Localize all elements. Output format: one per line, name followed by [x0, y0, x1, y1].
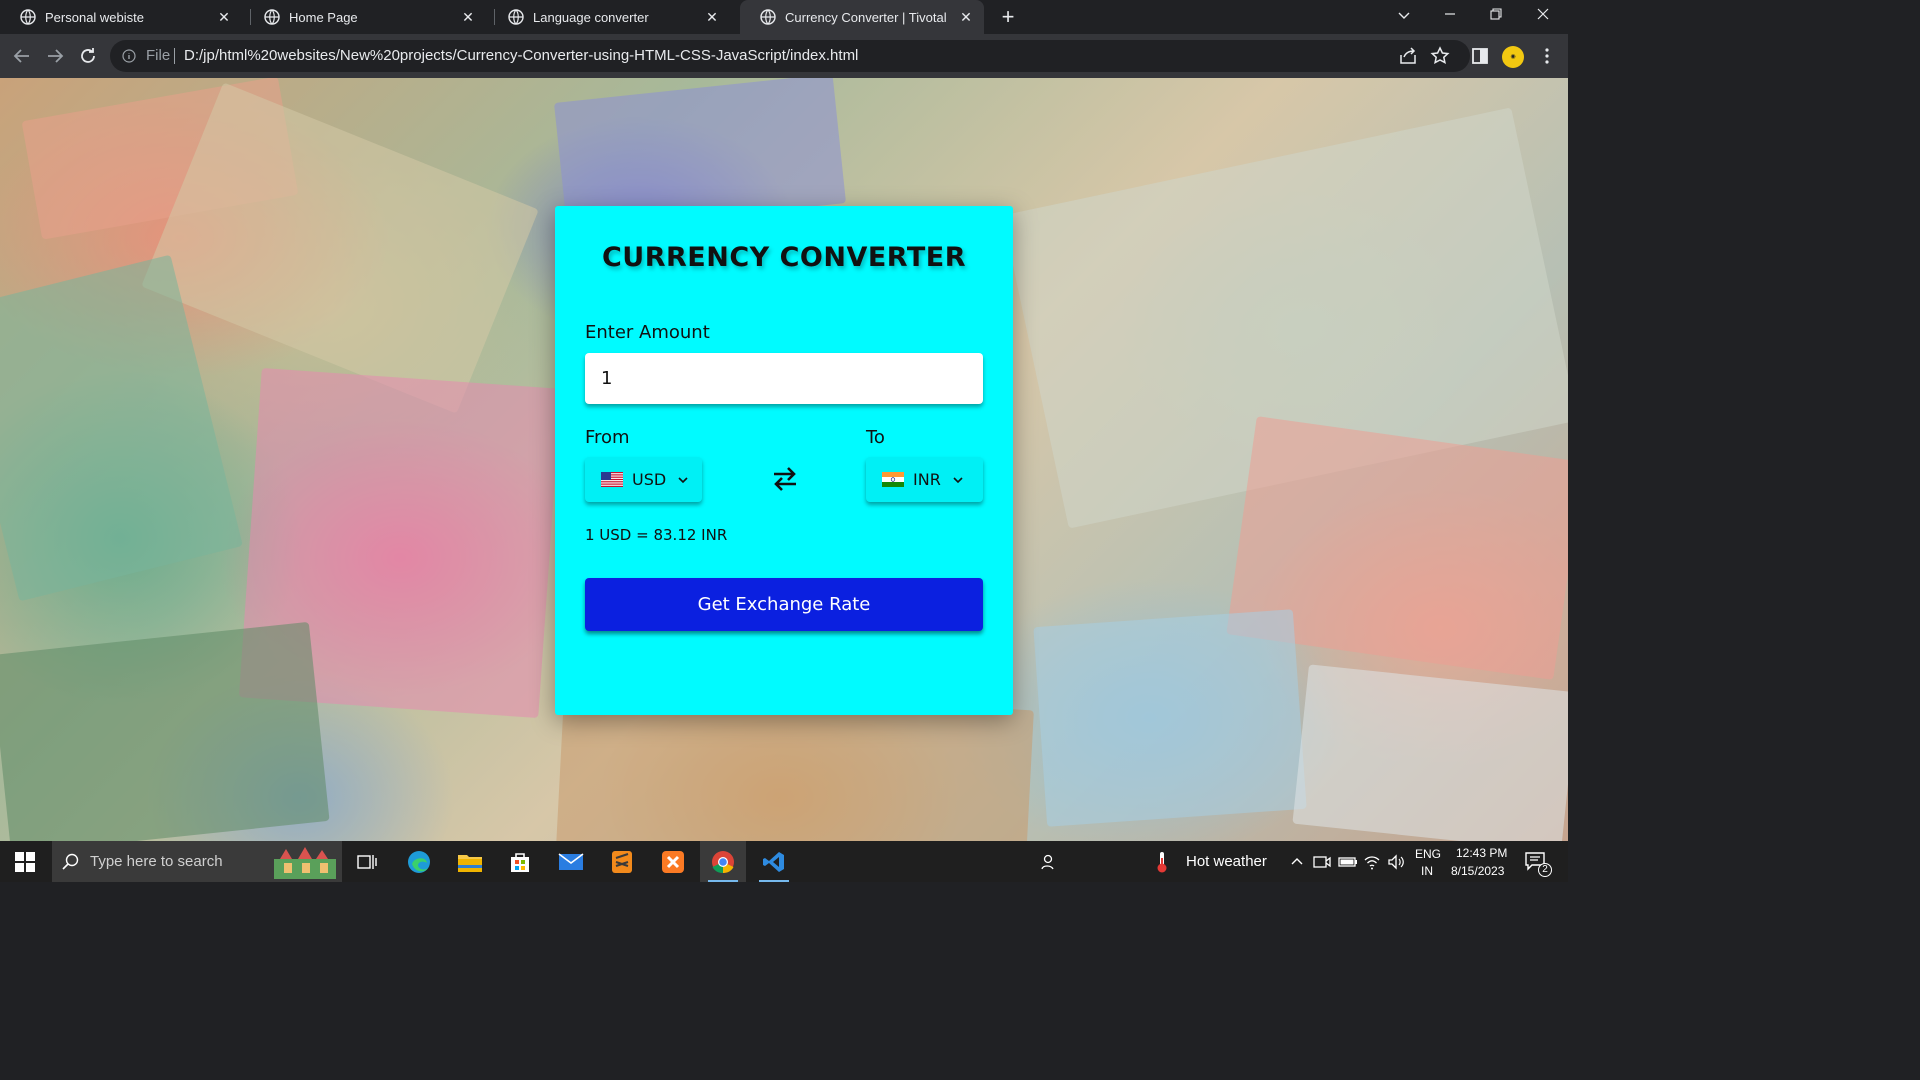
language-indicator-top[interactable]: ENG: [1415, 847, 1441, 861]
running-app-indicator: [759, 880, 789, 882]
store-icon: [511, 852, 529, 872]
clock-time[interactable]: 12:43 PM: [1456, 846, 1507, 860]
clock-date[interactable]: 8/15/2023: [1451, 864, 1504, 878]
vscode-icon: [763, 851, 784, 872]
chrome-taskbar-button[interactable]: [700, 841, 746, 882]
us-flag-icon: [601, 472, 623, 487]
share-icon[interactable]: [1396, 44, 1420, 68]
reload-icon[interactable]: [76, 44, 100, 68]
chrome-icon: [712, 850, 734, 873]
profile-avatar[interactable]: ◉: [1502, 46, 1524, 68]
thermometer-icon: [1157, 851, 1167, 872]
active-app-indicator: [708, 880, 738, 882]
close-icon: [1537, 8, 1549, 20]
meet-now-icon[interactable]: [1313, 853, 1331, 871]
notification-center-button[interactable]: 2: [1524, 851, 1552, 877]
chevron-down-icon: [953, 476, 963, 483]
sublime-text-icon: [612, 850, 632, 873]
tab-currency-converter[interactable]: Currency Converter | Tivotal ✕: [740, 0, 984, 34]
exchange-rate-result: 1 USD = 83.12 INR: [585, 526, 728, 544]
sublime-taskbar-button[interactable]: [599, 841, 645, 882]
xampp-icon: [662, 850, 684, 873]
tab-title: Personal webiste: [45, 9, 144, 25]
notification-badge: 2: [1538, 863, 1552, 877]
chevron-down-icon: [1398, 12, 1410, 19]
close-window-button[interactable]: [1520, 0, 1566, 34]
volume-icon[interactable]: [1387, 853, 1405, 871]
page-title: CURRENCY CONVERTER: [601, 242, 967, 273]
bookmark-star-icon[interactable]: [1428, 44, 1452, 68]
windows-start-icon[interactable]: [15, 852, 35, 872]
chevron-up-icon[interactable]: [1290, 855, 1304, 867]
globe-icon: [20, 9, 36, 25]
search-icon: [62, 853, 79, 870]
tab-strip: Personal webiste ✕ Home Page ✕ Language …: [0, 0, 1568, 34]
chevron-down-icon: [678, 476, 688, 483]
tab-search-button[interactable]: [1381, 0, 1427, 34]
globe-icon: [264, 9, 280, 25]
info-icon[interactable]: [122, 49, 136, 63]
tab-language-converter[interactable]: Language converter ✕: [488, 0, 730, 34]
close-icon[interactable]: ✕: [958, 9, 974, 25]
more-menu-icon[interactable]: [1535, 44, 1559, 68]
from-label: From: [585, 427, 630, 448]
converter-card: CURRENCY CONVERTER Enter Amount From To …: [555, 206, 1013, 715]
xampp-taskbar-button[interactable]: [650, 841, 696, 882]
from-currency-value: USD: [632, 470, 667, 489]
to-currency-value: INR: [913, 470, 941, 489]
close-icon[interactable]: ✕: [460, 9, 476, 25]
language-indicator-bottom[interactable]: IN: [1421, 864, 1433, 878]
battery-icon[interactable]: [1338, 854, 1358, 870]
address-divider: [174, 48, 175, 64]
tab-personal-website[interactable]: Personal webiste ✕: [0, 0, 242, 34]
people-icon[interactable]: [1040, 853, 1058, 871]
india-flag-icon: [882, 472, 904, 487]
amount-input[interactable]: [585, 353, 983, 404]
to-label: To: [866, 427, 885, 448]
edge-taskbar-button[interactable]: [396, 841, 442, 882]
search-placeholder: Type here to search: [90, 853, 223, 870]
restore-icon: [1490, 8, 1502, 20]
store-taskbar-button[interactable]: [497, 841, 543, 882]
taskbar-search[interactable]: Type here to search: [52, 841, 342, 882]
tab-home-page[interactable]: Home Page ✕: [244, 0, 486, 34]
taskbar: Type here to search Hot weather ENG IN 1…: [0, 841, 1568, 882]
file-explorer-taskbar-button[interactable]: [447, 841, 493, 882]
wifi-icon[interactable]: [1363, 853, 1381, 871]
close-icon[interactable]: ✕: [216, 9, 232, 25]
to-currency-select[interactable]: INR: [866, 457, 983, 502]
vscode-taskbar-button[interactable]: [751, 841, 797, 882]
globe-icon: [508, 9, 524, 25]
browser-toolbar: File D:/jp/html%20websites/New%20project…: [0, 34, 1568, 78]
swap-arrows-icon[interactable]: [771, 466, 799, 492]
folder-icon: [458, 854, 482, 872]
tab-title: Language converter: [533, 9, 649, 25]
task-view-icon: [357, 854, 377, 869]
get-exchange-rate-button[interactable]: Get Exchange Rate: [585, 578, 983, 631]
tab-title: Currency Converter | Tivotal: [785, 9, 947, 25]
restore-button[interactable]: [1473, 0, 1519, 34]
weather-text: Hot weather: [1186, 853, 1267, 870]
minimize-button[interactable]: [1427, 0, 1473, 34]
mail-taskbar-button[interactable]: [548, 841, 594, 882]
weather-widget[interactable]: Hot weather: [1152, 841, 1267, 882]
url-text[interactable]: D:/jp/html%20websites/New%20projects/Cur…: [184, 47, 858, 64]
mail-icon: [558, 852, 584, 870]
forward-arrow-icon[interactable]: [43, 44, 67, 68]
globe-icon: [760, 9, 776, 25]
page-viewport: CURRENCY CONVERTER Enter Amount From To …: [0, 78, 1568, 841]
back-arrow-icon[interactable]: [10, 44, 34, 68]
edge-icon: [408, 850, 430, 873]
address-bar[interactable]: File D:/jp/html%20websites/New%20project…: [110, 40, 1470, 72]
amount-label: Enter Amount: [585, 322, 710, 343]
new-tab-button[interactable]: +: [996, 5, 1020, 29]
scheme-label: File: [146, 47, 171, 64]
search-highlight-illustration-icon: [274, 847, 336, 879]
side-panel-icon[interactable]: [1468, 44, 1492, 68]
tab-title: Home Page: [289, 9, 358, 25]
close-icon[interactable]: ✕: [704, 9, 720, 25]
minimize-icon: [1445, 13, 1455, 15]
task-view-button[interactable]: [344, 841, 390, 882]
from-currency-select[interactable]: USD: [585, 457, 702, 502]
